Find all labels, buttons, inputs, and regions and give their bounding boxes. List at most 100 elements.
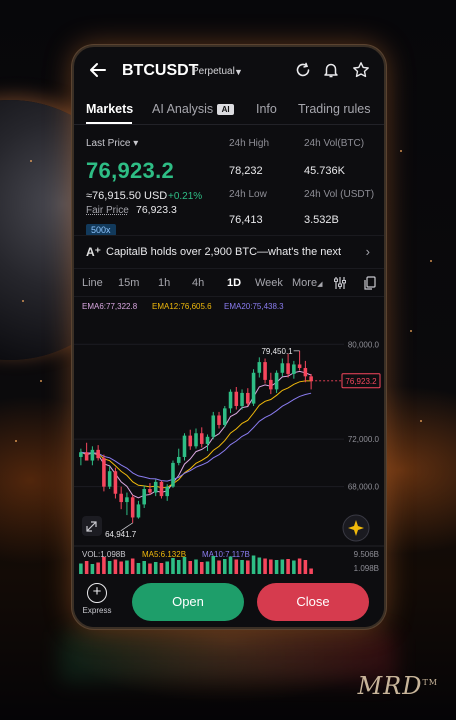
- volume-bar: [251, 555, 256, 574]
- ema12-value: EMA12:76,605.6: [152, 302, 212, 311]
- tab-trading-rules[interactable]: Trading rules: [298, 102, 371, 116]
- volume-bar: [194, 559, 198, 574]
- tf-1d[interactable]: 1D: [227, 277, 241, 289]
- last-price-dropdown[interactable]: Last Price ▾: [86, 138, 138, 149]
- symbol-title[interactable]: BTCUSDT: [122, 62, 198, 80]
- tf-week[interactable]: Week: [255, 277, 283, 289]
- back-arrow-icon[interactable]: [88, 60, 108, 80]
- section-tabs: Markets AI Analysis AI Info Trading rules: [74, 95, 384, 125]
- candle-body: [199, 433, 204, 444]
- top-bar: BTCUSDT Perpetual ▼: [74, 47, 384, 95]
- candle-body: [280, 363, 285, 373]
- timeframe-bar: Line 15m 1h 4h 1D Week More◢: [74, 269, 384, 297]
- candle-body: [176, 456, 181, 463]
- floor-reflection: [60, 632, 396, 682]
- volume-bar: [148, 563, 152, 574]
- candle-body: [107, 471, 112, 487]
- candle-body: [136, 504, 141, 518]
- candle-body: [84, 452, 89, 461]
- y-tick-label: 68,000.0: [348, 483, 380, 492]
- low-value: 76,413: [229, 214, 263, 226]
- candle-body: [188, 435, 193, 447]
- open-button[interactable]: Open: [132, 583, 244, 621]
- ema-legend: EMA6:77,322.8 EMA12:76,605.6 EMA20:75,43…: [74, 297, 384, 317]
- tab-info[interactable]: Info: [256, 102, 277, 116]
- express-button[interactable]: + Express: [82, 583, 112, 615]
- copy-layout-icon[interactable]: [362, 275, 378, 291]
- chevron-down-icon[interactable]: ▼: [234, 67, 243, 77]
- indicator-settings-icon[interactable]: [332, 275, 348, 291]
- volume-bar: [217, 560, 221, 574]
- candle-body: [257, 362, 262, 373]
- high-value: 78,232: [229, 165, 263, 177]
- volume-bar: [228, 556, 233, 574]
- candle-body: [297, 364, 302, 369]
- last-price-value: 76,923.2: [86, 158, 175, 183]
- candle-body: [205, 436, 210, 444]
- volume-bar: [188, 561, 193, 574]
- candle-body: [222, 408, 227, 425]
- candle-body: [217, 415, 221, 425]
- watermark-logo: MRDTM: [357, 672, 438, 700]
- volume-bar: [136, 563, 141, 574]
- volume-bar: [234, 559, 239, 574]
- candle-body: [234, 391, 239, 406]
- tf-more[interactable]: More◢: [292, 277, 322, 289]
- candle-body: [90, 449, 95, 461]
- tf-1h[interactable]: 1h: [158, 277, 170, 289]
- candle-body: [251, 372, 256, 404]
- candlestick-chart[interactable]: 80,000.0 72,000.0 68,000.0 79,450.1 64,941.7…: [74, 326, 386, 574]
- volume-bar: [309, 568, 313, 574]
- volume-bar: [246, 560, 250, 574]
- volume-bar: [199, 562, 204, 574]
- candle-body: [246, 392, 250, 404]
- refresh-icon[interactable]: [294, 61, 312, 79]
- volume-bar: [153, 562, 158, 574]
- candle-body: [125, 497, 129, 503]
- volume-bar: [269, 559, 273, 574]
- volume-bar: [303, 560, 308, 574]
- candle-body: [303, 368, 308, 377]
- candle-body: [228, 391, 233, 409]
- volume-bar: [182, 557, 187, 574]
- ema6-value: EMA6:77,322.8: [82, 302, 138, 311]
- volume-bar: [79, 563, 83, 574]
- tf-15m[interactable]: 15m: [118, 277, 139, 289]
- candle-body: [194, 433, 198, 447]
- contract-type[interactable]: Perpetual: [192, 66, 235, 77]
- candle-body: [211, 415, 216, 437]
- volume-bar: [171, 558, 175, 574]
- volume-bar: [274, 560, 279, 574]
- volume-bar: [165, 561, 170, 574]
- volume-bar: [211, 556, 216, 574]
- y-tick-label: 72,000.0: [348, 435, 380, 444]
- express-label: Express: [82, 606, 112, 615]
- ema20-value: EMA20:75,438.3: [224, 302, 284, 311]
- fair-price-label[interactable]: Fair Price: [86, 205, 129, 216]
- max-price-label: 79,450.1: [261, 347, 293, 356]
- chevron-right-icon: ›: [365, 244, 370, 259]
- ma5-indicator: MA5:6.132B: [142, 550, 186, 559]
- vol-usdt-label: 24h Vol (USDT): [304, 189, 375, 200]
- tf-4h[interactable]: 4h: [192, 277, 204, 289]
- ma10-indicator: MA10:7.117B: [202, 550, 250, 559]
- candle-body: [263, 362, 267, 380]
- tab-markets[interactable]: Markets: [86, 102, 133, 116]
- vol-axis-top: 9.506B: [354, 550, 379, 559]
- star-icon[interactable]: [352, 61, 370, 79]
- news-banner[interactable]: A⁺ CapitalB holds over 2,900 BTC—what's …: [74, 235, 384, 269]
- last-price-label: Last Price: [86, 138, 131, 149]
- candle-body: [102, 458, 106, 487]
- candle-body: [130, 497, 135, 518]
- close-button[interactable]: Close: [257, 583, 369, 621]
- candle-body: [119, 493, 123, 503]
- candle-body: [153, 481, 158, 493]
- tab-ai-analysis-label: AI Analysis: [152, 102, 214, 116]
- vol-btc-label: 24h Vol(BTC): [304, 138, 365, 149]
- volume-bar: [159, 563, 164, 574]
- tf-line[interactable]: Line: [82, 277, 103, 289]
- bell-icon[interactable]: [322, 61, 340, 79]
- tab-ai-analysis[interactable]: AI Analysis AI: [152, 102, 235, 116]
- candle-body: [274, 372, 279, 390]
- volume-bar: [119, 561, 123, 574]
